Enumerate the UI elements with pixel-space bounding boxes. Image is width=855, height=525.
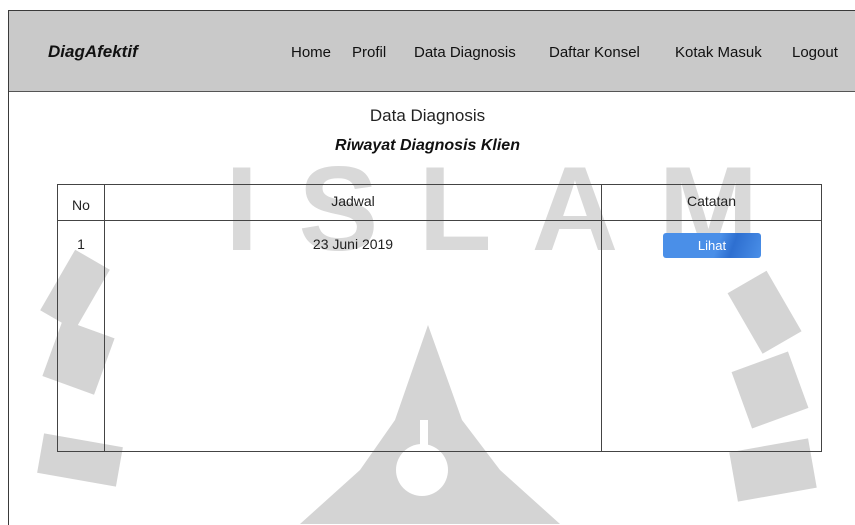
column-divider (601, 185, 602, 451)
navbar: DiagAfektif Home Profil Data Diagnosis D… (9, 11, 855, 92)
column-divider (104, 185, 105, 451)
row-jadwal: 23 Juni 2019 (312, 236, 394, 252)
row-no: 1 (77, 236, 85, 252)
page-title: Data Diagnosis (369, 106, 486, 125)
nav-daftar-konsel[interactable]: Daftar Konsel (549, 44, 640, 61)
brand-logo[interactable]: DiagAfektif (48, 42, 138, 62)
nav-kotak-masuk[interactable]: Kotak Masuk (675, 44, 762, 61)
header-jadwal: Jadwal (331, 193, 375, 209)
nav-profil[interactable]: Profil (352, 44, 386, 61)
diagnosis-table: No Jadwal Catatan 1 23 Juni 2019 Lihat (57, 184, 822, 452)
nav-data-diagnosis[interactable]: Data Diagnosis (414, 44, 516, 61)
nav-logout[interactable]: Logout (792, 44, 838, 61)
header-no: No (72, 197, 90, 213)
header-divider (58, 220, 821, 221)
header-catatan: Catatan (686, 193, 737, 209)
page-subtitle: Riwayat Diagnosis Klien (335, 137, 520, 154)
lihat-button[interactable]: Lihat (663, 233, 761, 258)
nav-home[interactable]: Home (291, 44, 331, 61)
